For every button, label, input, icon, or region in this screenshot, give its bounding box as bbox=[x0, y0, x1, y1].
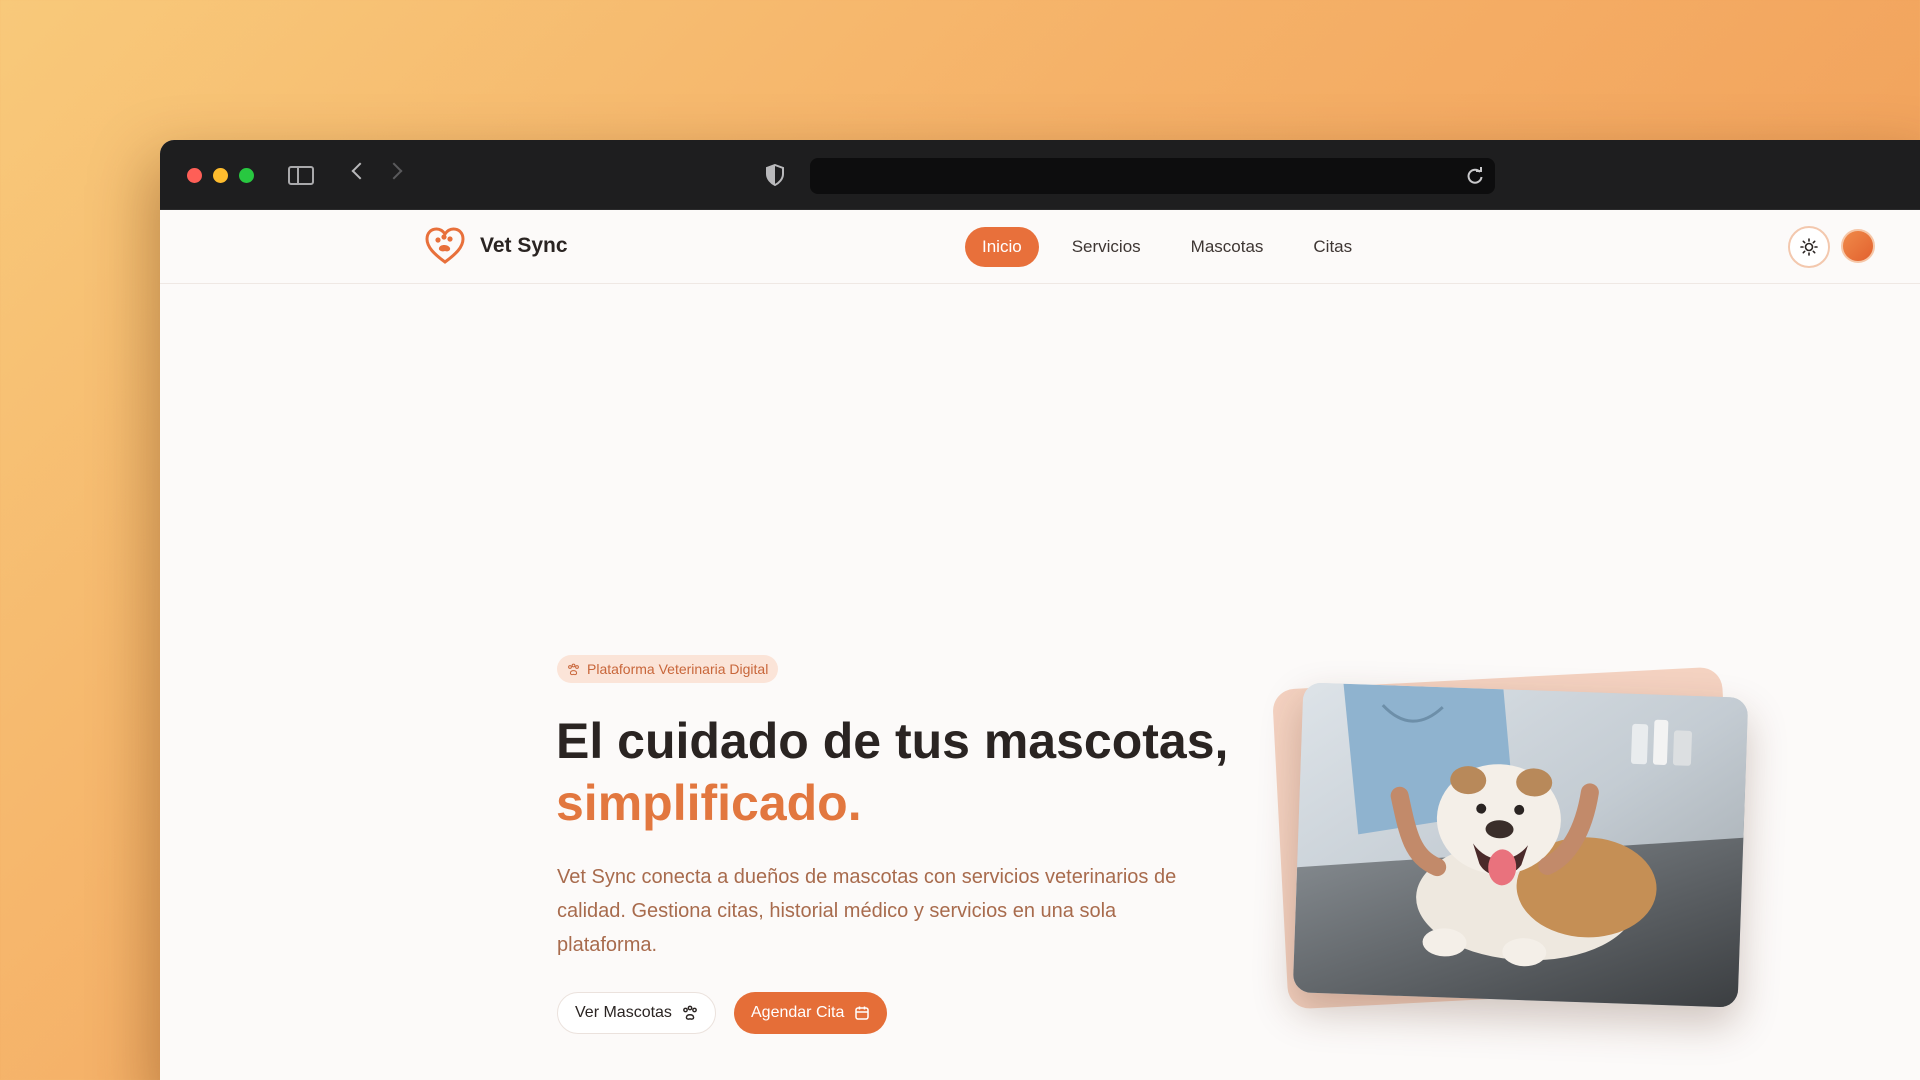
hero-description: Vet Sync conecta a dueños de mascotas co… bbox=[557, 866, 1177, 956]
browser-window: Vet Sync Inicio Servicios Mascotas Citas bbox=[160, 140, 1920, 1080]
user-avatar[interactable] bbox=[1841, 229, 1875, 263]
sidebar-toggle-icon[interactable] bbox=[288, 166, 314, 185]
schedule-appointment-button[interactable]: Agendar Cita bbox=[734, 992, 888, 1034]
headline-main: El cuidado de tus mascotas, bbox=[556, 713, 1229, 769]
nav-item-inicio[interactable]: Inicio bbox=[965, 227, 1039, 267]
schedule-appointment-label: Agendar Cita bbox=[751, 1004, 845, 1021]
vet-with-bulldog-photo bbox=[1292, 682, 1749, 1008]
back-icon[interactable] bbox=[351, 162, 369, 180]
theme-toggle-button[interactable] bbox=[1788, 226, 1830, 268]
maximize-window-button[interactable] bbox=[239, 168, 254, 183]
platform-badge: Plataforma Veterinaria Digital bbox=[557, 655, 779, 683]
paw-icon bbox=[683, 1005, 697, 1020]
headline-accent: simplificado. bbox=[556, 775, 862, 831]
calendar-icon bbox=[855, 1006, 870, 1020]
site-header: Vet Sync Inicio Servicios Mascotas Citas bbox=[160, 210, 1920, 284]
nav-item-citas[interactable]: Citas bbox=[1296, 227, 1369, 267]
badge-label: Plataforma Veterinaria Digital bbox=[587, 661, 769, 677]
hero-section: Plataforma Veterinaria Digital El cuidad… bbox=[160, 284, 1920, 1080]
paw-icon bbox=[568, 663, 579, 675]
close-window-button[interactable] bbox=[187, 168, 202, 183]
reload-icon[interactable] bbox=[1465, 166, 1485, 186]
view-pets-label: Ver Mascotas bbox=[575, 1004, 672, 1021]
hero-headline: El cuidado de tus mascotas, simplificado… bbox=[556, 710, 1256, 834]
forward-icon[interactable] bbox=[385, 162, 403, 180]
main-nav: Inicio Servicios Mascotas Citas bbox=[965, 227, 1369, 267]
heart-paw-icon bbox=[425, 227, 465, 264]
nav-item-servicios[interactable]: Servicios bbox=[1055, 227, 1158, 267]
view-pets-button[interactable]: Ver Mascotas bbox=[557, 992, 716, 1034]
shield-icon[interactable] bbox=[766, 164, 784, 186]
sun-icon bbox=[1800, 238, 1818, 256]
browser-toolbar bbox=[160, 140, 1920, 210]
brand-link[interactable]: Vet Sync bbox=[424, 226, 568, 266]
address-bar[interactable] bbox=[810, 158, 1495, 194]
nav-item-mascotas[interactable]: Mascotas bbox=[1174, 227, 1281, 267]
brand-name: Vet Sync bbox=[480, 234, 568, 257]
minimize-window-button[interactable] bbox=[213, 168, 228, 183]
hero-image-card bbox=[1270, 666, 1749, 1018]
